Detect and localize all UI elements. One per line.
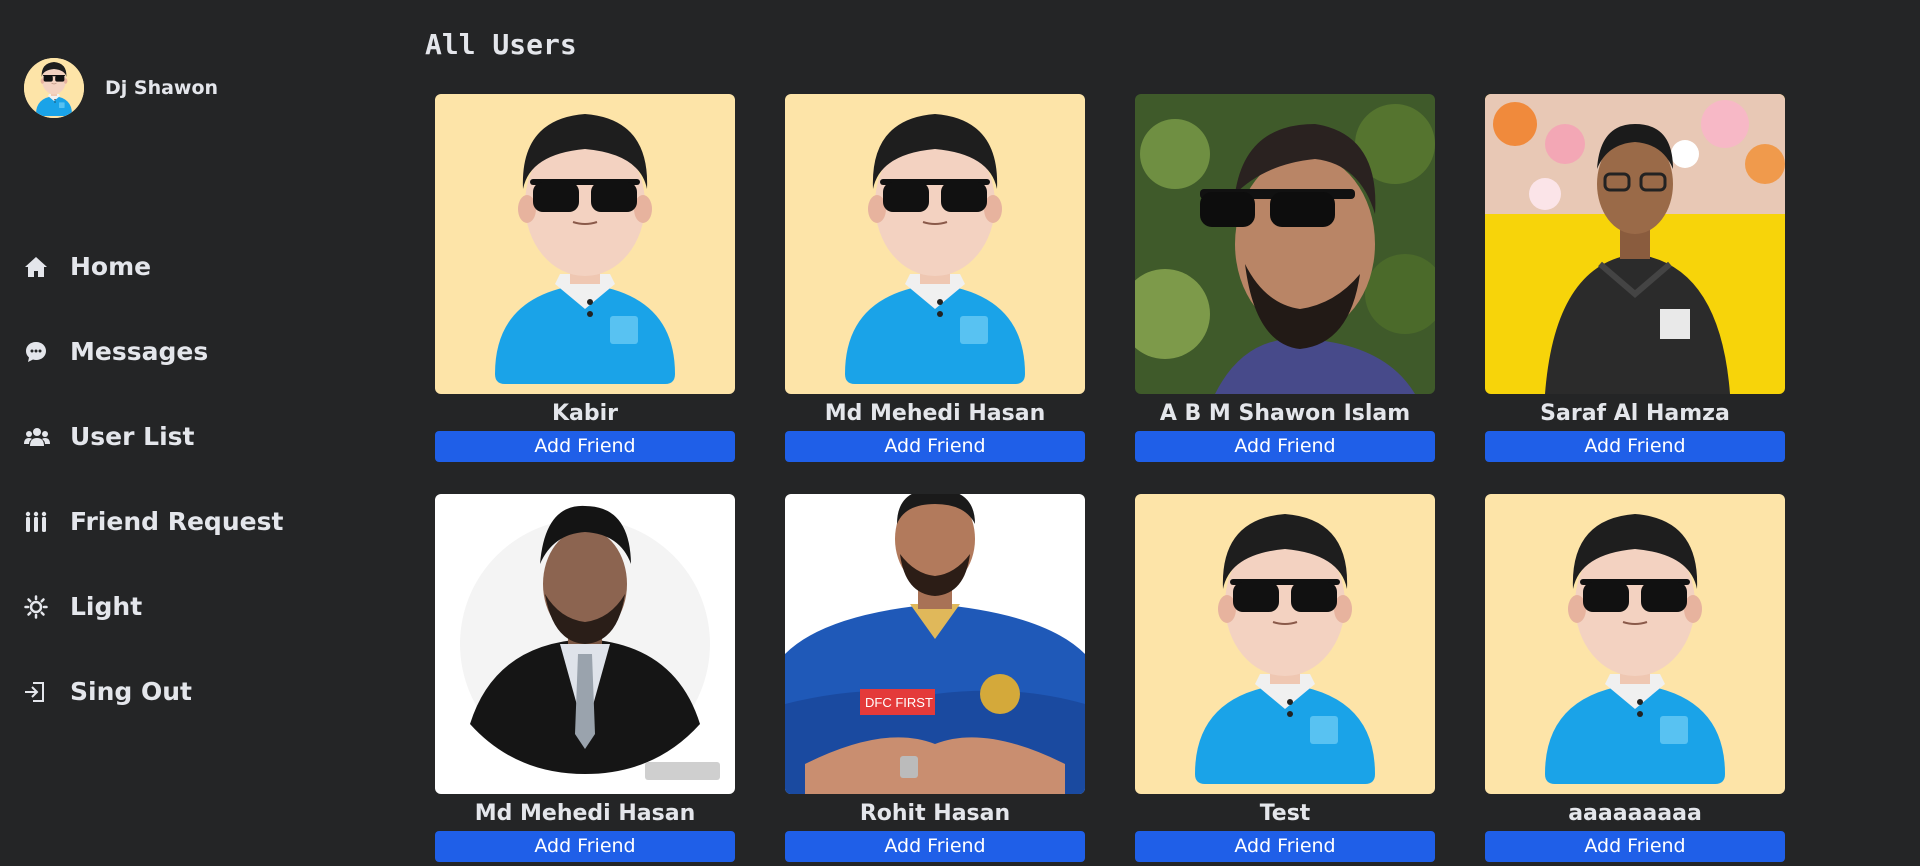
sidebar-item-light[interactable]: Light xyxy=(24,564,283,649)
sidebar-item-label: Light xyxy=(70,592,143,621)
add-friend-button[interactable]: Add Friend xyxy=(1135,831,1435,862)
sun-icon xyxy=(24,593,52,621)
user-name: A B M Shawon Islam xyxy=(1159,401,1411,426)
sidebar-item-sign-out[interactable]: Sing Out xyxy=(24,649,283,734)
user-photo[interactable] xyxy=(1485,494,1785,794)
add-friend-button[interactable]: Add Friend xyxy=(785,831,1085,862)
user-card: Kabir Add Friend xyxy=(435,94,735,462)
sidebar-item-label: User List xyxy=(70,422,195,451)
sidebar-item-friend-request[interactable]: Friend Request xyxy=(24,479,283,564)
add-friend-button[interactable]: Add Friend xyxy=(435,431,735,462)
main-content: All Users Kabir Add Friend Md Mehedi Has… xyxy=(425,0,1920,866)
profile-name: Dj Shawon xyxy=(105,77,219,99)
user-name: Md Mehedi Hasan xyxy=(824,401,1046,426)
user-card: aaaaaaaaa Add Friend xyxy=(1485,494,1785,862)
add-friend-button[interactable]: Add Friend xyxy=(435,831,735,862)
user-card: Saraf Al Hamza Add Friend xyxy=(1485,94,1785,462)
home-icon xyxy=(24,253,52,281)
profile[interactable]: Dj Shawon xyxy=(24,58,218,118)
user-card: A B M Shawon Islam Add Friend xyxy=(1135,94,1435,462)
user-photo[interactable] xyxy=(1135,94,1435,394)
sidebar-item-home[interactable]: Home xyxy=(24,224,283,309)
user-name: Md Mehedi Hasan xyxy=(474,801,696,826)
sidebar-item-label: Friend Request xyxy=(70,507,284,536)
user-photo[interactable] xyxy=(785,494,1085,794)
sign-out-icon xyxy=(24,678,52,706)
add-friend-button[interactable]: Add Friend xyxy=(1485,431,1785,462)
user-card: Test Add Friend xyxy=(1135,494,1435,862)
message-icon xyxy=(24,338,52,366)
people-group-icon xyxy=(24,508,52,536)
user-card: Md Mehedi Hasan Add Friend xyxy=(435,494,735,862)
add-friend-button[interactable]: Add Friend xyxy=(785,431,1085,462)
add-friend-button[interactable]: Add Friend xyxy=(1135,431,1435,462)
user-name: Saraf Al Hamza xyxy=(1540,401,1730,426)
sidebar-item-label: Home xyxy=(70,252,152,281)
sidebar-item-label: Messages xyxy=(70,337,209,366)
user-photo[interactable] xyxy=(1485,94,1785,394)
page-title: All Users xyxy=(425,28,577,61)
user-name: Rohit Hasan xyxy=(859,801,1011,826)
user-photo[interactable] xyxy=(435,94,735,394)
sidebar-item-user-list[interactable]: User List xyxy=(24,394,283,479)
user-photo[interactable] xyxy=(785,94,1085,394)
avatar[interactable] xyxy=(24,58,84,118)
user-name: aaaaaaaaa xyxy=(1568,801,1702,826)
user-name: Kabir xyxy=(551,401,619,426)
user-card: Md Mehedi Hasan Add Friend xyxy=(785,94,1085,462)
user-photo[interactable] xyxy=(1135,494,1435,794)
sidebar-item-label: Sing Out xyxy=(70,677,192,706)
user-photo[interactable] xyxy=(435,494,735,794)
users-icon xyxy=(24,423,52,451)
sidebar: Dj Shawon Home Messages User List Friend… xyxy=(0,0,400,866)
user-card: Rohit Hasan Add Friend xyxy=(785,494,1085,862)
sidebar-nav: Home Messages User List Friend Request L… xyxy=(24,224,283,734)
sidebar-item-messages[interactable]: Messages xyxy=(24,309,283,394)
add-friend-button[interactable]: Add Friend xyxy=(1485,831,1785,862)
user-name: Test xyxy=(1259,801,1311,826)
